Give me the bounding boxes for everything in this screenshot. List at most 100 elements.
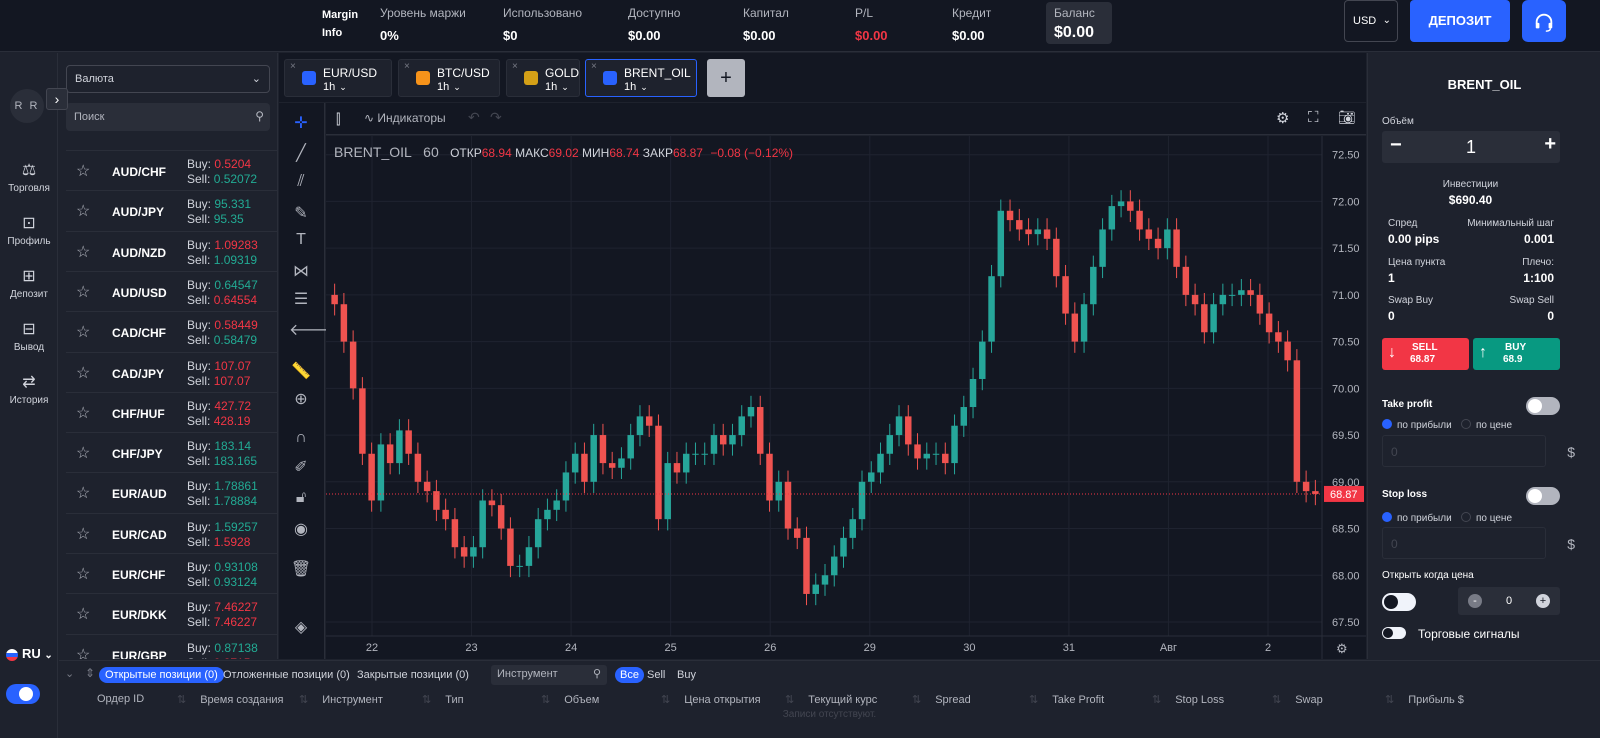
column-header[interactable]: ⇅ Stop Loss	[1152, 693, 1224, 706]
watchlist-row[interactable]: ☆ AUD/CHF Buy: 0.5204 Sell: 0.52072	[66, 150, 277, 190]
tab-timeframe[interactable]: 1h ⌄	[545, 81, 569, 93]
star-icon[interactable]: ☆	[76, 645, 90, 659]
star-icon[interactable]: ☆	[76, 322, 90, 342]
watchlist-row[interactable]: ☆ AUD/JPY Buy: 95.331 Sell: 95.35	[66, 190, 277, 230]
star-icon[interactable]: ☆	[76, 363, 90, 383]
close-icon[interactable]: ×	[591, 61, 597, 72]
nav-item-1[interactable]: ⊡ Профиль	[0, 214, 58, 247]
collapse-toggle[interactable]: ›	[46, 88, 68, 110]
magnet-icon[interactable]: ∩	[289, 429, 313, 447]
chevron-down-icon[interactable]: ⌄	[65, 667, 74, 680]
filter-1[interactable]: Sell	[647, 667, 665, 683]
volume-value[interactable]: 1	[1382, 137, 1560, 158]
plus-icon[interactable]: +	[1544, 133, 1556, 156]
language-select[interactable]: RU ⌄	[6, 646, 53, 661]
watchlist-row[interactable]: ☆ CHF/HUF Buy: 427.72 Sell: 428.19	[66, 391, 277, 432]
tp-by-profit-radio[interactable]: по прибыли	[1382, 419, 1452, 431]
category-dropdown[interactable]: Валюта ⌄	[66, 65, 270, 93]
nav-item-3[interactable]: ⊟ Вывод	[0, 320, 58, 353]
watchlist-row[interactable]: ☆EUR/GBPBuy: 0.87138Sell: 0.8715	[66, 633, 277, 659]
support-button[interactable]	[1522, 0, 1566, 42]
star-icon[interactable]: ☆	[76, 201, 90, 221]
undo-icon[interactable]: ↶	[468, 109, 480, 126]
watchlist-row[interactable]: ☆ CHF/JPY Buy: 183.14 Sell: 183.165	[66, 432, 277, 472]
column-header[interactable]: ⇅ Текущий курс	[785, 693, 877, 706]
ruler-icon[interactable]: 📏	[289, 361, 313, 381]
lock-drawing-icon[interactable]: ✐	[289, 457, 313, 477]
star-icon[interactable]: ☆	[76, 524, 90, 544]
unlock-icon[interactable]: 🔓︎	[289, 489, 313, 507]
pattern-icon[interactable]: ⋈	[289, 261, 313, 281]
search-input[interactable]: Поиск ⚲	[66, 103, 270, 131]
arrow-left-icon[interactable]: 🡐	[289, 319, 332, 340]
watchlist-row[interactable]: ☆ AUD/NZD Buy: 1.09283 Sell: 1.09319	[66, 230, 277, 271]
resize-handle-icon[interactable]: ⇕	[85, 666, 95, 680]
open-when-price-toggle[interactable]	[1382, 593, 1416, 611]
watchlist-row[interactable]: ☆ AUD/USD Buy: 0.64547 Sell: 0.64554	[66, 270, 277, 311]
close-icon[interactable]: ×	[404, 61, 410, 72]
tab-timeframe[interactable]: 1h ⌄	[323, 81, 347, 93]
watchlist-row[interactable]: ☆ CAD/JPY Buy: 107.07 Sell: 107.07	[66, 351, 277, 392]
positions-tab-2[interactable]: Закрытые позиции (0)	[357, 667, 469, 683]
buy-button[interactable]: ↑ BUY 68.9	[1473, 338, 1560, 370]
column-header[interactable]: ⇅ Инструмент	[299, 693, 383, 706]
watchlist-row[interactable]: ☆ EUR/CAD Buy: 1.59257 Sell: 1.5928	[66, 512, 277, 553]
star-icon[interactable]: ☆	[76, 161, 90, 181]
star-icon[interactable]: ☆	[76, 604, 90, 624]
positions-tab-1[interactable]: Отложенные позиции (0)	[223, 667, 350, 683]
filter-2[interactable]: Buy	[677, 667, 696, 683]
star-icon[interactable]: ☆	[76, 403, 90, 423]
positions-tab-0[interactable]: Открытые позиции (0)	[99, 667, 224, 683]
redo-icon[interactable]: ↷	[490, 109, 502, 126]
stop-loss-toggle[interactable]	[1526, 487, 1560, 505]
trendline-icon[interactable]: ╱	[289, 143, 313, 163]
signals-toggle[interactable]	[1382, 627, 1406, 639]
column-header[interactable]: ⇅ Объем	[541, 693, 599, 706]
indicators-button[interactable]: ∿ Индикаторы	[364, 111, 446, 125]
tab-0[interactable]: × EUR/USD 1h ⌄	[284, 59, 392, 97]
close-icon[interactable]: ×	[512, 61, 518, 72]
tab-timeframe[interactable]: 1h ⌄	[437, 81, 461, 93]
tab-1[interactable]: × BTC/USD 1h ⌄	[398, 59, 500, 97]
take-profit-toggle[interactable]	[1526, 397, 1560, 415]
watchlist-row[interactable]: ☆ CAD/CHF Buy: 0.58449 Sell: 0.58479	[66, 311, 277, 351]
trash-icon[interactable]: 🗑︎	[289, 559, 313, 579]
layers-icon[interactable]: ◈	[289, 617, 313, 637]
prediction-icon[interactable]: ☰	[289, 289, 313, 309]
star-icon[interactable]: ☆	[76, 564, 90, 584]
deposit-button[interactable]: ДЕПОЗИТ	[1410, 0, 1510, 42]
price-chart[interactable]: 72.50 72.00 71.50 71.00 70.50 70.00 69.50 69.00…	[326, 136, 1366, 659]
nav-item-2[interactable]: ⊞ Депозит	[0, 267, 58, 300]
instrument-filter-input[interactable]: Инструмент ⚲	[491, 665, 607, 685]
open-price-stepper[interactable]: - 0 +	[1458, 587, 1560, 615]
stop-loss-input[interactable]: 0 $	[1382, 527, 1575, 559]
star-icon[interactable]: ☆	[76, 443, 90, 463]
camera-icon[interactable]: 📷︎	[1338, 109, 1356, 126]
star-icon[interactable]: ☆	[76, 483, 90, 503]
fib-icon[interactable]: ⫽	[289, 173, 313, 191]
currency-select[interactable]: USD ⌄	[1344, 0, 1398, 42]
nav-item-0[interactable]: ⚖ Торговля	[0, 161, 58, 194]
settings-icon[interactable]: ⚙	[1276, 109, 1289, 127]
sl-by-price-radio[interactable]: по цене	[1461, 512, 1512, 524]
candle-type-icon[interactable]: ⫿	[336, 111, 340, 128]
column-header[interactable]: Ордер ID	[97, 693, 144, 705]
tab-2[interactable]: × GOLD 1h ⌄	[506, 59, 580, 97]
column-header[interactable]: ⇅ Тип	[422, 693, 464, 706]
close-icon[interactable]: ×	[290, 61, 296, 72]
tab-3[interactable]: × BRENT_OIL 1h ⌄	[585, 59, 697, 97]
take-profit-input[interactable]: 0 $	[1382, 435, 1575, 467]
brush-icon[interactable]: ✎	[289, 203, 313, 223]
watchlist-row[interactable]: ☆ EUR/CHF Buy: 0.93108 Sell: 0.93124	[66, 553, 277, 593]
volume-stepper[interactable]: − 1 +	[1382, 131, 1560, 163]
eye-icon[interactable]: ◉	[289, 519, 313, 539]
watchlist-row[interactable]: ☆ EUR/AUD Buy: 1.78861 Sell: 1.78884	[66, 472, 277, 512]
column-header[interactable]: ⇅ Время создания	[177, 693, 284, 706]
margin-info[interactable]: Margin Info	[322, 6, 358, 42]
star-icon[interactable]: ☆	[76, 282, 90, 302]
watchlist-row[interactable]: ☆ EUR/DKK Buy: 7.46227 Sell: 7.46227	[66, 593, 277, 633]
theme-toggle[interactable]	[6, 684, 40, 704]
zoom-icon[interactable]: ⊕	[289, 389, 313, 409]
column-header[interactable]: ⇅ Прибыль $	[1385, 693, 1464, 706]
column-header[interactable]: ⇅ Цена открытия	[661, 693, 761, 706]
